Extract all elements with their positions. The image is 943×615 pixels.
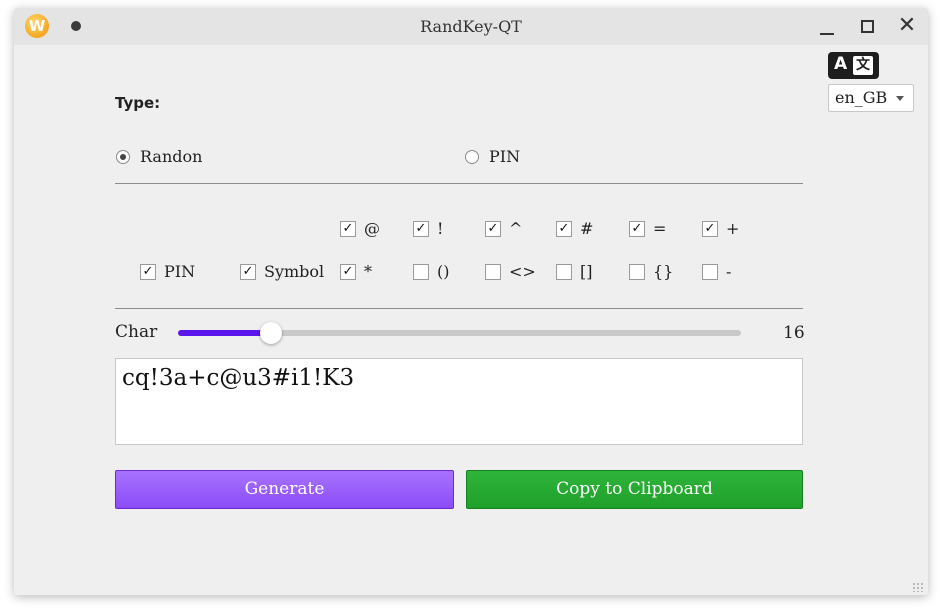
checkbox-indicator[interactable] [556,264,572,280]
radio-random[interactable]: Randon [116,147,236,169]
checkbox-indicator[interactable] [556,221,572,237]
language-select[interactable]: en_GB [828,84,914,112]
length-value: 16 [783,323,805,343]
length-slider-fill [178,330,272,336]
length-label: Char [115,322,158,342]
password-output[interactable]: cq!3a+c@u3#i1!K3 [115,358,803,445]
checkbox-indicator[interactable] [413,221,429,237]
type-label: Type: [115,94,161,112]
checkbox-indicator[interactable] [340,264,356,280]
checkbox-label: @ [364,219,380,238]
checkbox-symbol-at[interactable]: @ [340,218,390,240]
translate-icon-cjk: 文 [853,56,873,75]
checkbox-indicator[interactable] [702,221,718,237]
checkbox-indicator[interactable] [629,264,645,280]
language-select-value: en_GB [835,88,888,107]
checkbox-indicator[interactable] [240,264,256,280]
divider-top [115,183,803,184]
checkbox-symbol-caret[interactable]: ^ [485,218,535,240]
length-slider-handle[interactable] [260,322,283,344]
checkbox-indicator[interactable] [340,221,356,237]
radio-pin[interactable]: PIN [465,147,555,169]
checkbox-label: () [437,262,450,281]
title-bar[interactable]: W RandKey-QT ✕ [14,8,928,45]
checkbox-symbol-parentheses[interactable]: () [413,261,463,283]
app-window: W RandKey-QT ✕ A 文 en_GB Type: Randon PI… [14,8,928,595]
checkbox-symbol-minus[interactable]: - [702,261,752,283]
window-title: RandKey-QT [420,17,522,36]
checkbox-label: - [726,262,732,281]
checkbox-indicator[interactable] [485,264,501,280]
checkbox-label: # [580,219,594,238]
checkbox-indicator[interactable] [140,264,156,280]
checkbox-symbol-equals[interactable]: = [629,218,679,240]
checkbox-symbol-braces[interactable]: {} [629,261,679,283]
checkbox-label: [] [580,262,593,281]
checkbox-indicator[interactable] [702,264,718,280]
copy-to-clipboard-button[interactable]: Copy to Clipboard [466,470,803,509]
checkbox-pin[interactable]: PIN [140,261,220,283]
checkbox-label: = [653,219,667,238]
checkbox-label: ^ [509,219,523,238]
checkbox-symbol-asterisk[interactable]: * [340,261,390,283]
translate-icon: A 文 [828,52,879,79]
checkbox-symbol-exclamation[interactable]: ! [413,218,463,240]
checkbox-indicator[interactable] [485,221,501,237]
checkbox-label: ! [437,219,444,238]
maximize-button[interactable] [854,13,880,39]
checkbox-label: {} [653,262,674,281]
checkbox-symbol[interactable]: Symbol [240,261,332,283]
chevron-down-icon [896,96,904,101]
checkbox-symbol-angle-brackets[interactable]: <> [485,261,536,283]
checkbox-label: <> [509,262,536,281]
checkbox-label: * [364,262,372,281]
checkbox-symbol-square-brackets[interactable]: [] [556,261,606,283]
checkbox-label: PIN [164,262,196,281]
close-button[interactable]: ✕ [894,13,920,39]
checkbox-label: Symbol [264,262,325,281]
checkbox-label: + [726,219,740,238]
translate-icon-latin: A [834,54,848,74]
checkbox-indicator[interactable] [629,221,645,237]
password-text: cq!3a+c@u3#i1!K3 [122,365,355,391]
divider-bottom [115,308,803,309]
resize-grip-icon[interactable] [912,582,924,592]
generate-button[interactable]: Generate [115,470,454,509]
checkbox-symbol-plus[interactable]: + [702,218,752,240]
radio-pin-indicator[interactable] [465,150,479,164]
radio-random-indicator[interactable] [116,150,130,164]
minimize-button[interactable] [814,13,840,39]
radio-pin-label: PIN [489,147,521,166]
length-slider[interactable] [178,322,741,344]
checkbox-symbol-hash[interactable]: # [556,218,606,240]
radio-random-label: Randon [140,147,203,166]
checkbox-indicator[interactable] [413,264,429,280]
